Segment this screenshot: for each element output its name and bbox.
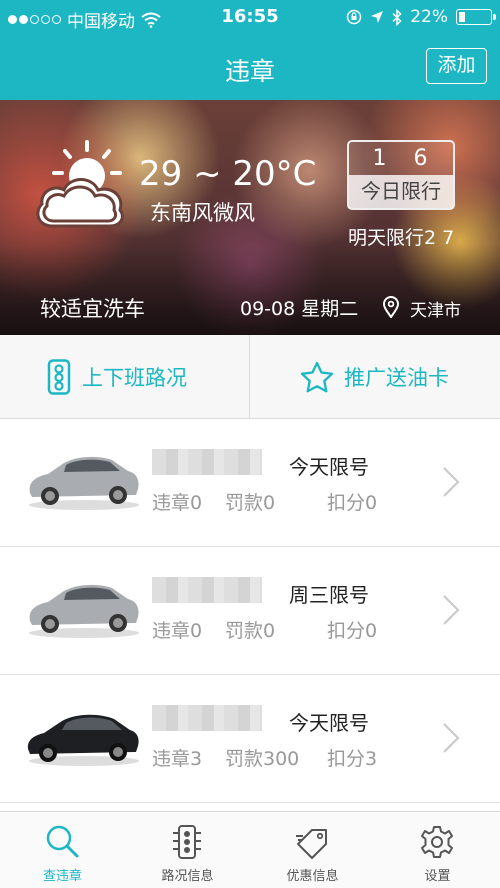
license-plate-blurred bbox=[152, 449, 262, 475]
tab-label: 优惠信息 bbox=[286, 869, 339, 884]
page-title: 违章 bbox=[224, 57, 275, 86]
search-icon bbox=[46, 825, 79, 858]
fine-amount: 罚款300 bbox=[225, 748, 300, 770]
promo-fuel-card-label: 推广送油卡 bbox=[344, 366, 449, 390]
chevron-right-icon bbox=[443, 595, 460, 625]
partly-cloudy-icon bbox=[36, 140, 124, 228]
violation-count: 违章0 bbox=[152, 620, 203, 642]
tab-discounts[interactable]: 优惠信息 bbox=[250, 812, 375, 888]
car-image bbox=[29, 584, 139, 638]
violation-count: 违章3 bbox=[152, 748, 203, 770]
car-image bbox=[27, 714, 139, 766]
bottom-tab-bar: 查违章 路况信息 优惠信息 设置 bbox=[0, 811, 500, 888]
car-image bbox=[29, 456, 139, 510]
today-limit-label: 今日限行 bbox=[349, 175, 453, 208]
vehicle-row[interactable]: 今天限号 违章0 罚款0 扣分0 bbox=[0, 419, 500, 547]
license-plate-blurred bbox=[152, 705, 262, 731]
gear-icon bbox=[421, 826, 453, 858]
battery-icon bbox=[456, 9, 496, 25]
tab-label: 路况信息 bbox=[161, 869, 214, 884]
vehicle-stats: 违章3 罚款300 扣分3 bbox=[152, 744, 412, 770]
commute-traffic-label: 上下班路况 bbox=[82, 366, 187, 390]
commute-traffic-button[interactable]: 上下班路况 bbox=[46, 335, 187, 419]
wind-description: 东南风微风 bbox=[150, 201, 255, 225]
city-name[interactable]: 天津市 bbox=[410, 296, 461, 321]
traffic-light-icon bbox=[173, 825, 201, 859]
bluetooth-icon bbox=[392, 8, 402, 26]
location-pin-icon bbox=[382, 296, 400, 318]
quick-actions: 上下班路况 推广送油卡 bbox=[0, 335, 500, 419]
car-wash-advice: 较适宜洗车 bbox=[40, 297, 145, 321]
vehicle-limit-status: 今天限号 bbox=[289, 711, 369, 735]
tab-check-violations[interactable]: 查违章 bbox=[0, 812, 125, 888]
battery-percent: 22% bbox=[410, 7, 448, 27]
chevron-right-icon bbox=[443, 723, 460, 753]
vehicle-list: 今天限号 违章0 罚款0 扣分0 周三限号 违章0 罚款0 扣分0 今天限号 违… bbox=[0, 419, 500, 811]
vehicle-stats: 违章0 罚款0 扣分0 bbox=[152, 616, 412, 642]
date-label: 09-08 星期二 bbox=[240, 298, 359, 320]
tomorrow-limit: 明天限行2 7 bbox=[348, 227, 455, 249]
top-bar: 中国移动 16:55 22% 违章 添加 bbox=[0, 0, 500, 100]
today-limit-box: 1 6 今日限行 bbox=[347, 140, 455, 210]
vehicle-row[interactable]: 今天限号 违章3 罚款300 扣分3 bbox=[0, 675, 500, 803]
vehicle-row[interactable]: 周三限号 违章0 罚款0 扣分0 bbox=[0, 547, 500, 675]
license-plate-blurred bbox=[152, 577, 262, 603]
location-arrow-icon bbox=[371, 11, 384, 23]
tab-label: 设置 bbox=[424, 869, 451, 884]
traffic-light-icon bbox=[47, 359, 71, 395]
status-bar: 中国移动 16:55 22% bbox=[0, 0, 500, 34]
chevron-right-icon bbox=[443, 467, 460, 497]
tab-settings[interactable]: 设置 bbox=[375, 812, 500, 888]
tab-label: 查违章 bbox=[42, 869, 82, 884]
penalty-points: 扣分0 bbox=[327, 492, 378, 514]
temperature-range: 29 ~ 20°C bbox=[139, 154, 317, 194]
weather-panel: 29 ~ 20°C 东南风微风 1 6 今日限行 明天限行2 7 较适宜洗车 0… bbox=[0, 100, 500, 335]
tag-icon bbox=[296, 829, 327, 859]
add-button[interactable]: 添加 bbox=[426, 48, 487, 84]
penalty-points: 扣分0 bbox=[327, 620, 378, 642]
vehicle-stats: 违章0 罚款0 扣分0 bbox=[152, 488, 412, 514]
violation-count: 违章0 bbox=[152, 492, 203, 514]
fine-amount: 罚款0 bbox=[225, 492, 276, 514]
promo-fuel-card-button[interactable]: 推广送油卡 bbox=[300, 335, 449, 419]
today-limit-number: 1 6 bbox=[372, 146, 438, 171]
vehicle-limit-status: 今天限号 bbox=[289, 455, 369, 479]
fine-amount: 罚款0 bbox=[225, 620, 276, 642]
penalty-points: 扣分3 bbox=[327, 748, 378, 770]
vehicle-limit-status: 周三限号 bbox=[289, 583, 369, 607]
tab-traffic-info[interactable]: 路况信息 bbox=[125, 812, 250, 888]
star-icon bbox=[300, 361, 334, 393]
rotation-lock-icon bbox=[346, 9, 362, 25]
